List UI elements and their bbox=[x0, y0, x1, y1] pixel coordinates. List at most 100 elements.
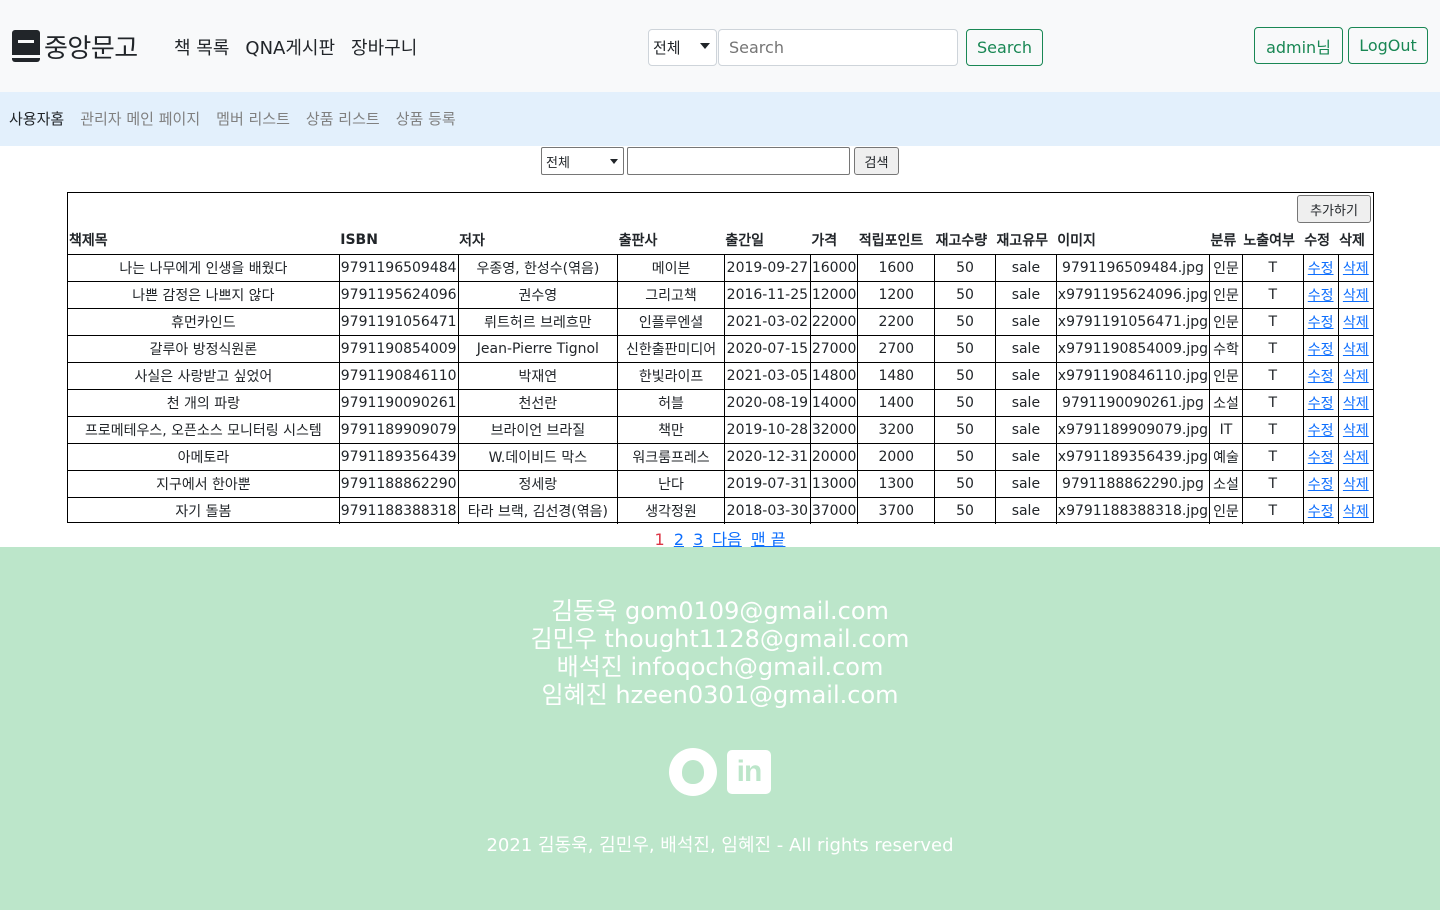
edit-link[interactable]: 수정 bbox=[1308, 288, 1334, 304]
nav-cart[interactable]: 장바구니 bbox=[351, 34, 417, 60]
table-cell: 수정 bbox=[1302, 415, 1339, 444]
table-cell: 50 bbox=[934, 442, 996, 471]
table-cell: 22000 bbox=[809, 307, 859, 336]
user-account-button[interactable]: admin님 bbox=[1254, 27, 1343, 64]
edit-link[interactable]: 수정 bbox=[1308, 477, 1334, 493]
subnav-product-list[interactable]: 상품 리스트 bbox=[306, 108, 380, 129]
table-cell: 나쁜 감정은 나쁘지 않다 bbox=[68, 280, 340, 309]
add-product-button[interactable]: 추가하기 bbox=[1297, 195, 1371, 223]
table-cell: 천 개의 파랑 bbox=[68, 388, 340, 417]
search-input[interactable] bbox=[718, 29, 958, 66]
table-cell: T bbox=[1241, 253, 1304, 282]
table-row: 휴먼카인드 9791191056471 뤼트허르 브레흐만 인플루엔셜 2021-03-… bbox=[68, 307, 1373, 336]
table-cell: x9791190854009.jpg bbox=[1055, 334, 1211, 363]
table-cell: 수학 bbox=[1209, 334, 1243, 363]
delete-link[interactable]: 삭제 bbox=[1343, 423, 1369, 439]
delete-link[interactable]: 삭제 bbox=[1343, 396, 1369, 412]
table-cell: 27000 bbox=[809, 334, 859, 363]
filter-category-select[interactable]: 전체 bbox=[541, 147, 624, 175]
subnav-user-home[interactable]: 사용자홈 bbox=[9, 108, 64, 129]
table-cell: 소설 bbox=[1209, 469, 1243, 498]
brand-name: 중앙문고 bbox=[44, 33, 138, 64]
column-header: 적립포인트 bbox=[858, 233, 924, 250]
delete-link[interactable]: 삭제 bbox=[1343, 261, 1369, 277]
product-table-container: 추가하기 책제목 ISBN 저자 출판사 출간일 가격 적립포인트 재고수량 재고유무 이미지 분류… bbox=[67, 192, 1374, 524]
table-row: 사실은 사랑받고 싶었어 9791190846110 박재연 한빛라이프 2021-03… bbox=[68, 361, 1373, 390]
filter-search-button[interactable]: 검색 bbox=[854, 147, 899, 175]
table-cell: 인문 bbox=[1209, 361, 1243, 390]
edit-link[interactable]: 수정 bbox=[1308, 504, 1334, 520]
table-cell: 인문 bbox=[1209, 253, 1243, 282]
table-cell: sale bbox=[994, 307, 1057, 336]
table-cell: 메이븐 bbox=[617, 253, 725, 282]
table-cell: 수정 bbox=[1302, 469, 1339, 498]
table-cell: 14000 bbox=[809, 388, 859, 417]
subnav-member-list[interactable]: 멤버 리스트 bbox=[216, 108, 290, 129]
table-cell: 수정 bbox=[1302, 388, 1339, 417]
table-cell: 천선란 bbox=[457, 388, 619, 417]
table-cell: 12000 bbox=[809, 280, 859, 309]
subnav-product-register[interactable]: 상품 등록 bbox=[396, 108, 456, 129]
delete-link[interactable]: 삭제 bbox=[1343, 504, 1369, 520]
edit-link[interactable]: 수정 bbox=[1308, 261, 1334, 277]
edit-link[interactable]: 수정 bbox=[1308, 369, 1334, 385]
edit-link[interactable]: 수정 bbox=[1308, 423, 1334, 439]
filter-search-input[interactable] bbox=[627, 147, 850, 175]
copyright: 2021 김동욱, 김민우, 배석진, 임혜진 - All rights res… bbox=[486, 835, 954, 856]
table-cell: 9791189356439 bbox=[338, 442, 459, 471]
table-cell: sale bbox=[994, 469, 1057, 498]
main-nav: 책 목록 QNA게시판 장바구니 bbox=[174, 34, 417, 60]
table-cell: 워크룸프레스 bbox=[617, 442, 725, 471]
table-cell: 50 bbox=[934, 496, 996, 524]
delete-link[interactable]: 삭제 bbox=[1343, 288, 1369, 304]
nav-book-list[interactable]: 책 목록 bbox=[174, 34, 229, 60]
logout-button[interactable]: LogOut bbox=[1348, 27, 1428, 64]
table-cell: 1200 bbox=[857, 280, 936, 309]
table-cell: 인플루엔셜 bbox=[617, 307, 725, 336]
chevron-down-icon bbox=[610, 159, 618, 164]
search-category-select[interactable]: 전체 bbox=[648, 29, 717, 66]
delete-link[interactable]: 삭제 bbox=[1343, 477, 1369, 493]
chevron-down-icon bbox=[700, 43, 710, 49]
edit-link[interactable]: 수정 bbox=[1308, 396, 1334, 412]
table-row: 아메토라 9791189356439 W.데이비드 막스 워크룸프레스 2020-12-… bbox=[68, 442, 1373, 471]
table-cell: 한빛라이프 bbox=[617, 361, 725, 390]
delete-link[interactable]: 삭제 bbox=[1343, 342, 1369, 358]
table-cell: 박재연 bbox=[457, 361, 619, 390]
table-cell: 14800 bbox=[809, 361, 859, 390]
delete-link[interactable]: 삭제 bbox=[1343, 315, 1369, 331]
column-header: ISBN bbox=[340, 232, 378, 249]
table-cell: sale bbox=[994, 496, 1057, 524]
search-button[interactable]: Search bbox=[966, 29, 1043, 66]
column-header: 수정 bbox=[1304, 233, 1330, 250]
table-cell: 수정 bbox=[1302, 307, 1339, 336]
edit-link[interactable]: 수정 bbox=[1308, 450, 1334, 466]
table-cell: 2700 bbox=[857, 334, 936, 363]
table-cell: 2200 bbox=[857, 307, 936, 336]
table-cell: W.데이비드 막스 bbox=[457, 442, 619, 471]
footer: 김동욱 gom0109@gmail.com 김민우 thought1128@gm… bbox=[0, 547, 1440, 910]
linkedin-icon[interactable]: in bbox=[727, 750, 771, 794]
delete-link[interactable]: 삭제 bbox=[1343, 450, 1369, 466]
column-header: 삭제 bbox=[1339, 233, 1365, 250]
table-cell: Jean-Pierre Tignol bbox=[457, 334, 619, 363]
table-cell: 37000 bbox=[809, 496, 859, 524]
github-icon[interactable] bbox=[669, 748, 717, 796]
search-category-value: 전체 bbox=[653, 39, 681, 57]
table-cell: T bbox=[1241, 469, 1304, 498]
subnav-admin-main[interactable]: 관리자 메인 페이지 bbox=[80, 108, 200, 129]
edit-link[interactable]: 수정 bbox=[1308, 315, 1334, 331]
column-header: 저자 bbox=[459, 233, 485, 250]
admin-subnav: 사용자홈 관리자 메인 페이지 멤버 리스트 상품 리스트 상품 등록 bbox=[0, 92, 1440, 146]
table-cell: 삭제 bbox=[1337, 253, 1373, 282]
table-cell: 9791190846110 bbox=[338, 361, 459, 390]
edit-link[interactable]: 수정 bbox=[1308, 342, 1334, 358]
social-icons: in bbox=[669, 748, 771, 796]
table-cell: 50 bbox=[934, 361, 996, 390]
table-cell: 50 bbox=[934, 334, 996, 363]
column-header: 책제목 bbox=[69, 233, 108, 250]
brand-logo[interactable]: 중앙문고 bbox=[12, 28, 138, 64]
delete-link[interactable]: 삭제 bbox=[1343, 369, 1369, 385]
table-cell: 2016-11-25 bbox=[723, 280, 811, 309]
nav-qna-board[interactable]: QNA게시판 bbox=[245, 34, 335, 60]
